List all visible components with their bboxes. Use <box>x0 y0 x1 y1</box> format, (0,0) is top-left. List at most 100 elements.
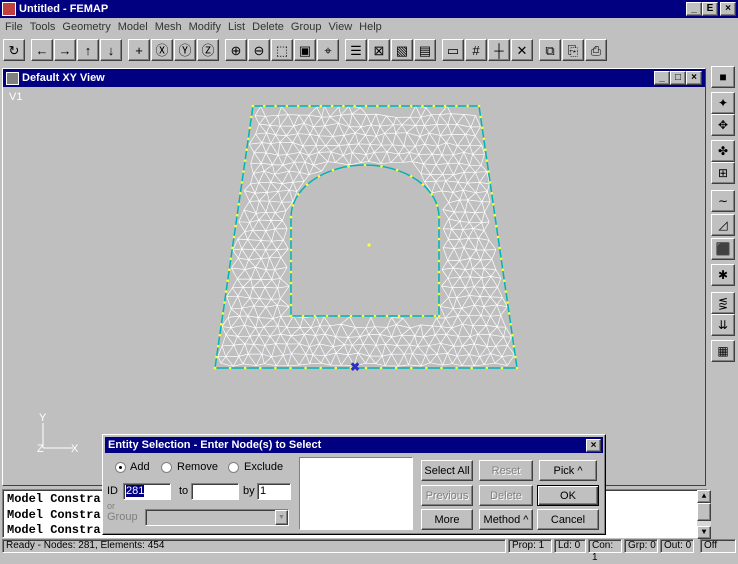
regenerate-button[interactable]: ↻ <box>3 39 25 61</box>
surface-button[interactable]: ◿ <box>711 214 735 236</box>
rotate-y-button[interactable]: Ⓨ <box>174 39 196 61</box>
or-label: or <box>107 501 116 511</box>
status-load[interactable]: Ld: 0 <box>554 539 586 553</box>
method-button[interactable]: Method ^ <box>479 509 533 530</box>
arrow-right-button[interactable]: → <box>54 39 76 61</box>
delete-button[interactable]: Delete <box>479 485 533 506</box>
radio-exclude[interactable] <box>228 462 239 473</box>
selection-list[interactable] <box>299 457 413 530</box>
autoscale-button[interactable]: ▣ <box>294 39 316 61</box>
arrow-left-button[interactable]: ← <box>31 39 53 61</box>
status-prop[interactable]: Prop: 1 <box>508 539 552 553</box>
menu-group[interactable]: Group <box>288 21 325 33</box>
previous-button[interactable]: Previous <box>421 485 473 506</box>
surface-icon: ◿ <box>718 218 728 232</box>
element-button[interactable]: ✤ <box>711 140 735 162</box>
arrow-up-button[interactable]: ↑ <box>77 39 99 61</box>
zoom-box-button[interactable]: ⬚ <box>271 39 293 61</box>
node-marker <box>437 303 441 307</box>
menu-geometry[interactable]: Geometry <box>59 21 113 33</box>
constraint-button[interactable]: ✱ <box>711 264 735 286</box>
view-style-button[interactable]: ☰ <box>345 39 367 61</box>
node-marker <box>291 204 295 207</box>
center-button[interactable]: ⌖ <box>317 39 339 61</box>
mesh-button[interactable]: ⊞ <box>711 162 735 184</box>
curve-button[interactable]: ∼ <box>711 190 735 212</box>
status-group[interactable]: Grp: 0 <box>624 539 658 553</box>
load-button[interactable]: ⪏ <box>711 292 735 314</box>
restore-button[interactable]: Е <box>702 2 718 16</box>
reset-button[interactable]: Reset <box>479 460 533 481</box>
by-label: by <box>243 485 255 497</box>
rotate-x-icon: Ⓧ <box>155 42 169 58</box>
status-constraint[interactable]: Con: 1 <box>588 539 622 563</box>
save-button[interactable]: ■ <box>711 66 735 88</box>
view-minimize-button[interactable]: _ <box>654 71 670 85</box>
menu-delete[interactable]: Delete <box>249 21 287 33</box>
arrow-down-button[interactable]: ↓ <box>100 39 122 61</box>
output-button[interactable]: ▦ <box>711 340 735 362</box>
window-button[interactable]: ▭ <box>442 39 464 61</box>
menu-model[interactable]: Model <box>115 21 151 33</box>
zoom-in-button[interactable]: ⊕ <box>225 39 247 61</box>
radio-remove[interactable] <box>161 462 172 473</box>
solid-button[interactable]: ⬛ <box>711 238 735 260</box>
radio-add[interactable] <box>115 462 126 473</box>
message-scrollbar[interactable]: ▲ ▼ <box>697 490 711 539</box>
node-marker <box>511 333 514 337</box>
move-nodes-button[interactable]: ✥ <box>711 114 735 136</box>
id-field[interactable]: 281 <box>123 483 171 500</box>
arrows-down-button[interactable]: ⇊ <box>711 314 735 336</box>
scroll-up-icon[interactable]: ▲ <box>697 490 711 503</box>
close-button[interactable]: × <box>720 2 736 16</box>
mesh-model[interactable]: ✖ Y Z X <box>5 89 703 485</box>
scroll-thumb[interactable] <box>697 503 711 521</box>
pick-button[interactable]: Pick ^ <box>539 460 597 481</box>
plus-button[interactable]: + <box>128 39 150 61</box>
menu-list[interactable]: List <box>225 21 248 33</box>
by-field[interactable]: 1 <box>257 483 291 500</box>
print-button[interactable]: ⎙ <box>585 39 607 61</box>
node-marker <box>437 314 441 318</box>
rotate-z-button[interactable]: Ⓩ <box>197 39 219 61</box>
grid-button[interactable]: # <box>465 39 487 61</box>
mesh-icon: ⊞ <box>717 166 729 180</box>
node-marker <box>409 175 413 178</box>
node-button[interactable]: ✦ <box>711 92 735 114</box>
node-marker <box>223 301 226 304</box>
zoom-out-button[interactable]: ⊖ <box>248 39 270 61</box>
menu-file[interactable]: File <box>2 21 26 33</box>
cancel-button[interactable]: Cancel <box>537 509 599 530</box>
ok-button[interactable]: OK <box>537 485 599 506</box>
autoscale-icon: ▣ <box>298 42 312 58</box>
box-button[interactable]: ▧ <box>391 39 413 61</box>
regenerate-icon: ↻ <box>8 42 20 58</box>
menu-tools[interactable]: Tools <box>27 21 59 33</box>
layers-button[interactable]: ▤ <box>414 39 436 61</box>
workplane-button[interactable]: ┼ <box>488 39 510 61</box>
view-options-button[interactable]: ⊠ <box>368 39 390 61</box>
menu-help[interactable]: Help <box>356 21 385 33</box>
more-button[interactable]: More <box>421 509 473 530</box>
minimize-button[interactable]: _ <box>686 2 702 16</box>
node-marker <box>242 170 245 173</box>
status-off[interactable]: Off <box>700 539 736 553</box>
dialog-close-button[interactable]: × <box>586 439 601 452</box>
node-marker <box>234 224 237 228</box>
paste-button[interactable]: ⎘ <box>562 39 584 61</box>
view-maximize-button[interactable]: □ <box>670 71 686 85</box>
graphics-canvas[interactable]: V1 ✖ Y Z X <box>5 89 703 485</box>
rotate-x-button[interactable]: Ⓧ <box>151 39 173 61</box>
select-all-button[interactable]: Select All <box>421 460 473 481</box>
menu-view[interactable]: View <box>326 21 356 33</box>
to-field[interactable] <box>191 483 239 500</box>
chevron-down-icon[interactable]: ▼ <box>275 510 288 525</box>
menu-mesh[interactable]: Mesh <box>152 21 185 33</box>
menu-modify[interactable]: Modify <box>186 21 224 33</box>
node-marker <box>504 290 508 293</box>
view-close-button[interactable]: × <box>686 71 702 85</box>
copy-button[interactable]: ⧉ <box>539 39 561 61</box>
status-output[interactable]: Out: 0 <box>660 539 694 553</box>
cross-button[interactable]: ✕ <box>511 39 533 61</box>
group-select[interactable]: ▼ <box>145 509 289 526</box>
